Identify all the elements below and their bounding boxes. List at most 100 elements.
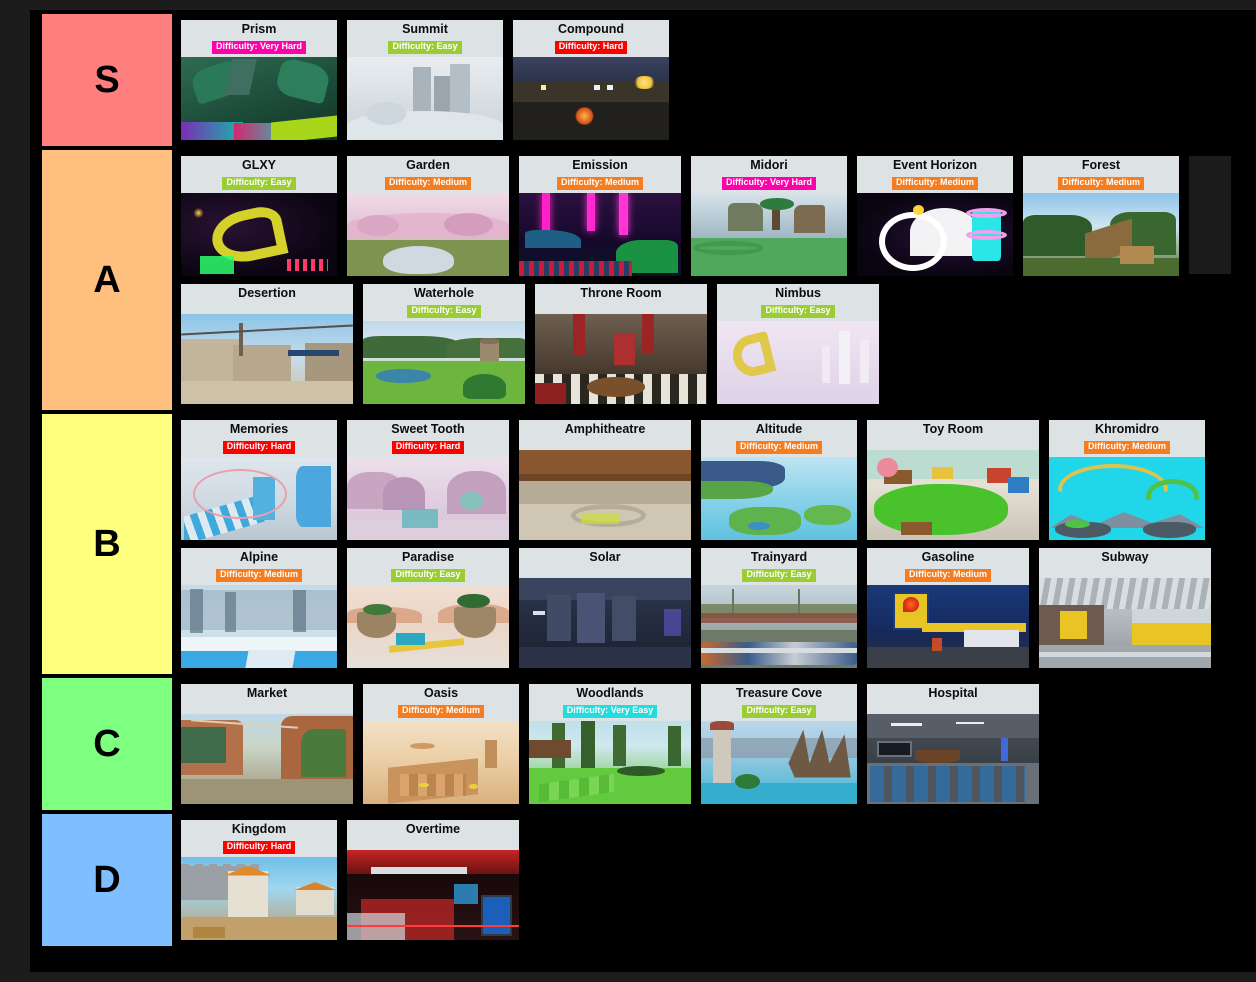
map-thumbnail — [717, 321, 879, 404]
map-card[interactable]: Oasis Difficulty: Medium — [361, 682, 521, 806]
map-card[interactable]: Compound Difficulty: Hard — [511, 18, 671, 142]
map-title: Kingdom — [231, 822, 287, 836]
difficulty-badge: Difficulty: Very Hard — [211, 41, 307, 54]
map-card[interactable]: Treasure Cove Difficulty: Easy — [699, 682, 859, 806]
tier-item-line: Memories Difficulty: Hard Sweet Tooth Diffi… — [176, 416, 1256, 544]
map-card[interactable]: Forest Difficulty: Medium — [1021, 154, 1181, 278]
map-card-header: Compound Difficulty: Hard — [513, 20, 669, 58]
difficulty-badge: Difficulty: Medium — [398, 705, 484, 718]
map-card[interactable]: Toy Room — [865, 418, 1041, 542]
map-thumbnail — [181, 585, 337, 668]
map-card[interactable]: Throne Room — [533, 282, 709, 406]
map-card[interactable]: Overtime — [345, 818, 521, 942]
difficulty-badge: Difficulty: Medium — [385, 177, 471, 190]
map-card[interactable]: Event Horizon Difficulty: Medium — [855, 154, 1015, 278]
map-card-header: Amphitheatre — [519, 420, 691, 451]
map-title: Waterhole — [414, 286, 474, 300]
tier-label-s[interactable]: S — [42, 14, 172, 146]
difficulty-badge: Difficulty: Hard — [222, 441, 296, 454]
map-card-header: Paradise Difficulty: Easy — [347, 548, 509, 586]
map-title: Amphitheatre — [564, 422, 646, 436]
map-card-header: Toy Room — [867, 420, 1039, 451]
map-card[interactable]: Memories Difficulty: Hard — [179, 418, 339, 542]
map-title: Subway — [1101, 550, 1149, 564]
map-thumbnail — [519, 193, 681, 276]
map-card[interactable]: Gasoline Difficulty: Medium — [865, 546, 1031, 670]
map-card[interactable]: GLXY Difficulty: Easy — [179, 154, 339, 278]
map-title: Alpine — [239, 550, 279, 564]
map-title: Woodlands — [576, 686, 644, 700]
map-card[interactable]: Midori Difficulty: Very Hard — [689, 154, 849, 278]
map-title: Sweet Tooth — [391, 422, 465, 436]
map-thumbnail — [519, 578, 691, 668]
map-card[interactable]: Waterhole Difficulty: Easy — [361, 282, 527, 406]
difficulty-badge: Difficulty: Easy — [391, 569, 465, 582]
tier-row-c: C Market Oasis Difficulty: Medium Woodlands D… — [30, 678, 1256, 814]
map-card[interactable]: Market — [179, 682, 355, 806]
map-title: Altitude — [755, 422, 803, 436]
map-card[interactable]: Emission Difficulty: Medium — [517, 154, 683, 278]
tier-row-s: S Prism Difficulty: Very Hard Summit Difficu… — [30, 14, 1256, 150]
map-thumbnail — [181, 857, 337, 940]
tier-label-d[interactable]: D — [42, 814, 172, 946]
map-title: Forest — [1081, 158, 1121, 172]
map-card-header: Subway — [1039, 548, 1211, 579]
map-card[interactable]: Prism Difficulty: Very Hard — [179, 18, 339, 142]
tier-label-a[interactable]: A — [42, 150, 172, 410]
tier-items-b: Memories Difficulty: Hard Sweet Tooth Diffi… — [176, 414, 1256, 674]
map-card[interactable]: Kingdom Difficulty: Hard — [179, 818, 339, 942]
empty-slot[interactable] — [1187, 154, 1233, 276]
tier-row-d: D Kingdom Difficulty: Hard Overtime — [30, 814, 1256, 950]
difficulty-badge: Difficulty: Medium — [216, 569, 302, 582]
map-card[interactable]: Altitude Difficulty: Medium — [699, 418, 859, 542]
difficulty-badge: Difficulty: Easy — [761, 305, 835, 318]
map-card-header: Solar — [519, 548, 691, 579]
map-card[interactable]: Alpine Difficulty: Medium — [179, 546, 339, 670]
tier-items-s: Prism Difficulty: Very Hard Summit Difficul… — [176, 14, 1256, 146]
difficulty-badge: Difficulty: Hard — [391, 441, 465, 454]
map-title: Overtime — [405, 822, 461, 836]
tier-items-a: GLXY Difficulty: Easy Garden Difficulty: Me… — [176, 150, 1256, 410]
map-title: Gasoline — [921, 550, 975, 564]
map-title: Desertion — [238, 286, 296, 300]
difficulty-badge: Difficulty: Medium — [557, 177, 643, 190]
map-card[interactable]: Summit Difficulty: Easy — [345, 18, 505, 142]
map-title: Paradise — [401, 550, 455, 564]
map-card[interactable]: Amphitheatre — [517, 418, 693, 542]
map-title: Oasis — [423, 686, 459, 700]
map-title: Emission — [572, 158, 628, 172]
map-card[interactable]: Sweet Tooth Difficulty: Hard — [345, 418, 511, 542]
map-card[interactable]: Desertion — [179, 282, 355, 406]
map-card-header: Midori Difficulty: Very Hard — [691, 156, 847, 194]
map-card-header: Nimbus Difficulty: Easy — [717, 284, 879, 322]
map-card-header: GLXY Difficulty: Easy — [181, 156, 337, 194]
map-card-header: Event Horizon Difficulty: Medium — [857, 156, 1013, 194]
difficulty-badge: Difficulty: Easy — [742, 705, 816, 718]
map-card-header: Khromidro Difficulty: Medium — [1049, 420, 1205, 458]
tier-item-line: Alpine Difficulty: Medium Paradise Difficul… — [176, 544, 1256, 672]
map-card-header: Treasure Cove Difficulty: Easy — [701, 684, 857, 722]
map-card[interactable]: Nimbus Difficulty: Easy — [715, 282, 881, 406]
map-card-header: Market — [181, 684, 353, 715]
map-card[interactable]: Garden Difficulty: Medium — [345, 154, 511, 278]
map-thumbnail — [1039, 578, 1211, 668]
map-title: Event Horizon — [892, 158, 978, 172]
map-card-header: Throne Room — [535, 284, 707, 315]
tier-label-b[interactable]: B — [42, 414, 172, 674]
map-card[interactable]: Khromidro Difficulty: Medium — [1047, 418, 1207, 542]
difficulty-badge: Difficulty: Medium — [1058, 177, 1144, 190]
map-card-header: Prism Difficulty: Very Hard — [181, 20, 337, 58]
map-card[interactable]: Solar — [517, 546, 693, 670]
map-card[interactable]: Subway — [1037, 546, 1213, 670]
map-card[interactable]: Trainyard Difficulty: Easy — [699, 546, 859, 670]
map-title: Throne Room — [580, 286, 662, 300]
map-card[interactable]: Hospital — [865, 682, 1041, 806]
tier-label-c[interactable]: C — [42, 678, 172, 810]
map-card[interactable]: Woodlands Difficulty: Very Easy — [527, 682, 693, 806]
map-thumbnail — [701, 585, 857, 668]
difficulty-badge: Difficulty: Hard — [554, 41, 628, 54]
map-title: Market — [246, 686, 288, 700]
map-card[interactable]: Paradise Difficulty: Easy — [345, 546, 511, 670]
map-card-header: Memories Difficulty: Hard — [181, 420, 337, 458]
map-title: Summit — [402, 22, 448, 36]
